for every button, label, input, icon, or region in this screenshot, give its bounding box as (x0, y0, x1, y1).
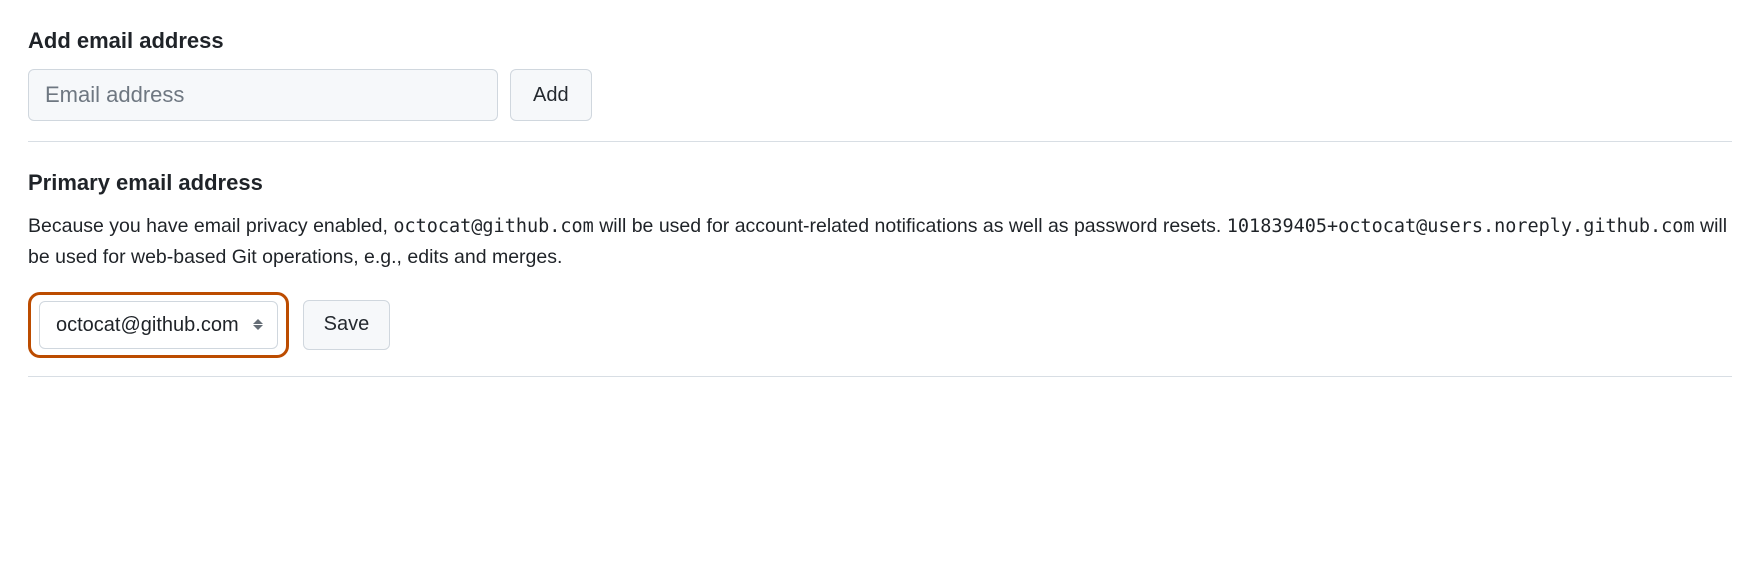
primary-email-select-row: octocat@github.com Save (28, 292, 1732, 358)
desc-text: will be used for account-related notific… (594, 215, 1227, 237)
add-email-title: Add email address (28, 24, 1732, 57)
email-input[interactable] (28, 69, 498, 121)
primary-email-selected-value: octocat@github.com (56, 310, 239, 340)
section-divider (28, 141, 1732, 142)
primary-email-select[interactable]: octocat@github.com (39, 301, 278, 349)
save-button[interactable]: Save (303, 300, 391, 350)
highlighted-select-outline: octocat@github.com (28, 292, 289, 358)
primary-email-title: Primary email address (28, 166, 1732, 199)
add-email-row: Add (28, 69, 1732, 121)
add-button[interactable]: Add (510, 69, 592, 121)
noreply-email-code: 101839405+octocat@users.noreply.github.c… (1227, 216, 1695, 237)
desc-text: Because you have email privacy enabled, (28, 215, 393, 237)
chevron-updown-icon (253, 316, 267, 334)
primary-email-description: Because you have email privacy enabled, … (28, 211, 1732, 272)
section-divider (28, 376, 1732, 377)
account-email-code: octocat@github.com (393, 216, 593, 237)
